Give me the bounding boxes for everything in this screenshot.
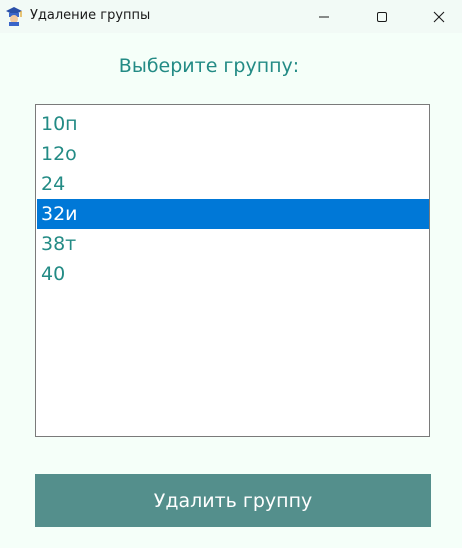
group-list-item[interactable]: 40 [37, 259, 429, 289]
minimize-button[interactable] [301, 0, 347, 33]
close-button[interactable] [416, 0, 462, 33]
group-list-item[interactable]: 32и [37, 199, 429, 229]
title-bar[interactable]: Удаление группы [0, 0, 462, 33]
group-list-item[interactable]: 12о [37, 139, 429, 169]
delete-group-window: Удаление группы Выберите группу: 10п 12о 2… [0, 0, 462, 548]
group-list-item[interactable]: 10п [37, 109, 429, 139]
group-list-item[interactable]: 24 [37, 169, 429, 199]
maximize-button[interactable] [359, 0, 405, 33]
select-group-label: Выберите группу: [118, 55, 300, 77]
group-listbox[interactable]: 10п 12о 24 32и 38т 40 [35, 104, 430, 437]
close-icon [433, 11, 445, 23]
group-list-item[interactable]: 38т [37, 229, 429, 259]
window-title: Удаление группы [30, 8, 151, 23]
minimize-icon [318, 11, 330, 23]
graduation-cap-icon [5, 6, 23, 26]
maximize-icon [376, 11, 388, 23]
delete-group-button[interactable]: Удалить группу [35, 474, 431, 527]
